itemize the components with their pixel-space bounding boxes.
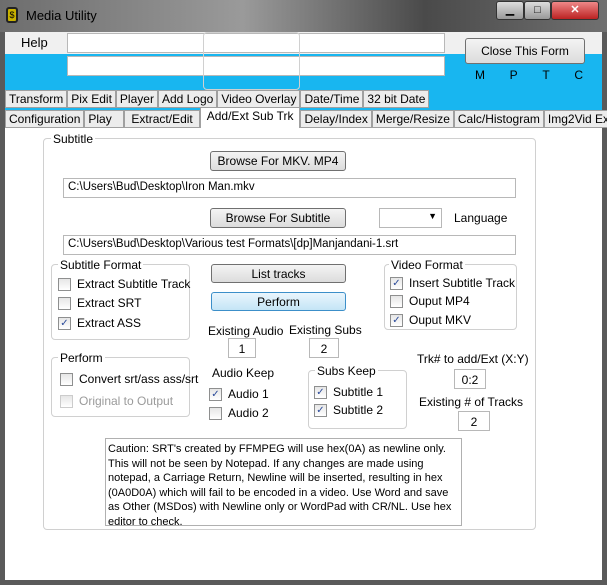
menu-help[interactable]: Help [21,35,48,50]
tab-delay-index[interactable]: Delay/Index [300,110,372,128]
existing-tracks-label: Existing # of Tracks [419,395,524,409]
tab-player[interactable]: Player [115,90,158,108]
checkbox-label: Ouput MP4 [409,294,470,308]
existing-audio-value[interactable]: 1 [228,338,256,358]
checkbox-label: Extract Subtitle Track [77,277,191,291]
tab-extract-edit[interactable]: Extract/Edit [124,110,200,128]
indicator-c: C [574,68,583,82]
checkbox-label: Extract ASS [77,316,142,330]
checkbox-label: Extract SRT [77,296,142,310]
audio-2-checkbox[interactable]: Audio 2 [209,406,269,420]
indicator-t: T [542,68,550,82]
tab-row-1: Transform Pix Edit Player Add Logo Video… [5,90,430,108]
checkmark-icon: ✓ [390,313,403,327]
audio-keep-group [203,32,300,90]
audio-keep-label: Audio Keep [210,366,277,380]
checkbox-unchecked-icon [58,277,71,291]
language-label: Language [454,211,508,225]
indicator-p: P [509,68,518,82]
extract-srt-checkbox[interactable]: Extract SRT [58,296,141,310]
tab-date-time[interactable]: Date/Time [300,90,364,108]
checkbox-label: Subtitle 1 [333,385,384,399]
existing-subs-value[interactable]: 2 [309,338,339,358]
tab-row-2: Configuration Play Extract/Edit Add/Ext … [5,107,607,128]
perform-group-label: Perform [58,351,105,365]
subs-keep-group [308,370,407,429]
subs-keep-label: Subs Keep [315,364,378,378]
tab-transform[interactable]: Transform [5,90,68,108]
tab-merge-resize[interactable]: Merge/Resize [371,110,454,128]
subtitle-group-label: Subtitle [51,132,96,146]
subtitle-format-label: Subtitle Format [58,258,144,272]
trk-add-input[interactable]: 0:2 [454,369,486,389]
subtitle-1-checkbox[interactable]: ✓ Subtitle 1 [314,385,383,399]
checkbox-label: Original to Output [79,394,174,408]
tab-calc-histogram[interactable]: Calc/Histogram [453,110,544,128]
insert-subtitle-track-checkbox[interactable]: ✓ Insert Subtitle Track [390,276,515,290]
caution-text: Caution: SRT's created by FFMPEG will us… [105,438,462,528]
list-tracks-button[interactable]: List tracks [211,264,346,283]
checkbox-label: Convert srt/ass ass/srt [79,372,199,386]
extract-ass-checkbox[interactable]: ✓ Extract ASS [58,316,141,330]
checkbox-unchecked-icon [390,294,403,308]
checkbox-label: Ouput MKV [409,313,472,327]
output-mkv-checkbox[interactable]: ✓ Ouput MKV [390,313,471,327]
window-title: Media Utility [26,8,97,23]
checkmark-icon: ✓ [314,403,327,417]
checkbox-label: Subtitle 2 [333,403,384,417]
checkbox-unchecked-icon [60,394,73,408]
perform-group [51,357,190,417]
checkbox-unchecked-icon [209,406,222,420]
trk-add-label: Trk# to add/Ext (X:Y) [417,352,529,366]
tab-add-logo[interactable]: Add Logo [157,90,218,108]
existing-tracks-value[interactable]: 2 [458,411,490,431]
checkmark-icon: ✓ [209,387,222,401]
client-area: Help Close This Form M P T C Transform P… [5,32,607,580]
tab-add-ext-sub-trk[interactable]: Add/Ext Sub Trk [199,107,301,128]
language-dropdown[interactable]: ▼ [379,208,442,228]
checkbox-label: Audio 1 [228,387,269,401]
checkmark-icon: ✓ [58,316,71,330]
close-form-button[interactable]: Close This Form [465,38,585,64]
checkmark-icon: ✓ [390,276,403,290]
tab-configuration[interactable]: Configuration [5,110,85,128]
tab-32bit-date[interactable]: 32 bit Date [363,90,430,108]
checkbox-label: Insert Subtitle Track [409,276,516,290]
output-mp4-checkbox[interactable]: Ouput MP4 [390,294,470,308]
audio-1-checkbox[interactable]: ✓ Audio 1 [209,387,269,401]
checkmark-icon: ✓ [314,385,327,399]
chevron-down-icon: ▼ [428,211,437,221]
browse-mkv-button[interactable]: Browse For MKV. MP4 [210,151,346,171]
tab-play[interactable]: Play [84,110,125,128]
checkbox-unchecked-icon [58,296,71,310]
existing-subs-label: Existing Subs [289,323,362,337]
perform-button[interactable]: Perform [211,292,346,311]
indicator-m: M [475,68,485,82]
convert-srt-ass-checkbox[interactable]: Convert srt/ass ass/srt [60,372,198,386]
checkbox-unchecked-icon [60,372,73,386]
video-format-label: Video Format [389,258,465,272]
extract-subtitle-track-checkbox[interactable]: Extract Subtitle Track [58,277,190,291]
minimize-button[interactable]: ▁ [496,1,524,20]
maximize-button[interactable]: □ [524,1,551,20]
title-bar: $ Media Utility ▁ □ ✕ [0,0,607,32]
subtitle-path-input[interactable]: C:\Users\Bud\Desktop\Various test Format… [63,235,516,255]
tab-img2vid-extrct[interactable]: Img2Vid Extrct [543,110,607,128]
tab-video-overlay[interactable]: Video Overlay [217,90,301,108]
existing-audio-label: Existing Audio [208,324,284,338]
browse-subtitle-button[interactable]: Browse For Subtitle [210,208,346,228]
app-icon: $ [6,7,18,23]
mkv-path-input[interactable]: C:\Users\Bud\Desktop\Iron Man.mkv [63,178,516,198]
original-to-output-checkbox[interactable]: Original to Output [60,394,173,408]
checkbox-label: Audio 2 [228,406,269,420]
tab-pix-edit[interactable]: Pix Edit [67,90,116,108]
close-window-button[interactable]: ✕ [551,1,599,20]
subtitle-2-checkbox[interactable]: ✓ Subtitle 2 [314,403,383,417]
